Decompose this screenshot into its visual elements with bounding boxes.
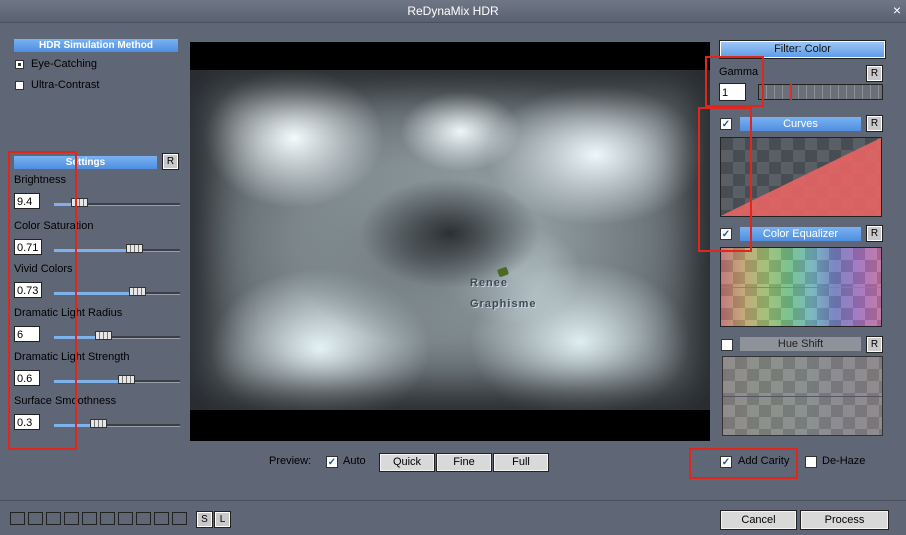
hue-shift-header[interactable]: Hue Shift (740, 337, 861, 351)
process-button[interactable]: Process (800, 510, 889, 530)
preset-slot[interactable] (100, 512, 115, 525)
preset-slot[interactable] (46, 512, 61, 525)
hue-shift-checkbox[interactable] (721, 339, 733, 351)
settings-reset-button[interactable]: R (162, 153, 179, 170)
preset-slot[interactable] (82, 512, 97, 525)
footer-divider (0, 500, 906, 501)
de-haze-label[interactable]: De-Haze (822, 455, 865, 467)
window-title: ReDynaMix HDR (407, 4, 499, 18)
gamma-slider-marker[interactable] (790, 84, 792, 100)
radio-ultra-contrast[interactable] (15, 81, 24, 90)
color-equalizer-reset-button[interactable]: R (866, 225, 883, 242)
preset-slot[interactable] (64, 512, 79, 525)
radio-eye-catching[interactable] (15, 60, 24, 69)
curves-header[interactable]: Curves (740, 117, 861, 131)
slider-thumb[interactable] (118, 375, 135, 384)
preset-slot[interactable] (136, 512, 151, 525)
highlight-gamma (705, 56, 764, 107)
slider-thumb[interactable] (129, 287, 146, 296)
save-preset-button[interactable]: S (196, 511, 213, 528)
slider-thumb[interactable] (90, 419, 107, 428)
highlight-curves-equalizer (698, 107, 752, 252)
option-ultra-contrast-label[interactable]: Ultra-Contrast (31, 79, 99, 91)
gamma-slider-strip[interactable] (758, 84, 883, 100)
curves-reset-button[interactable]: R (866, 115, 883, 132)
de-haze-checkbox[interactable] (805, 456, 817, 468)
slider-thumb[interactable] (95, 331, 112, 340)
color-equalizer-line (721, 287, 881, 288)
highlight-settings (8, 151, 77, 450)
preset-slot[interactable] (172, 512, 187, 525)
preset-slot[interactable] (28, 512, 43, 525)
gamma-reset-button[interactable]: R (866, 65, 883, 82)
close-icon[interactable]: × (890, 3, 904, 17)
slider-thumb[interactable] (126, 244, 143, 253)
preset-slot[interactable] (154, 512, 169, 525)
hdr-method-header: HDR Simulation Method (14, 39, 178, 52)
preset-slot[interactable] (10, 512, 25, 525)
hue-shift-reset-button[interactable]: R (866, 336, 883, 353)
preview-auto-label[interactable]: Auto (343, 455, 366, 467)
option-eye-catching-label[interactable]: Eye-Catching (31, 58, 97, 70)
highlight-add-clarity (689, 448, 798, 479)
quick-button[interactable]: Quick (379, 453, 435, 472)
full-button[interactable]: Full (493, 453, 549, 472)
preview-auto-checkbox[interactable]: ✓ (326, 456, 338, 468)
preview-vignette (190, 70, 710, 410)
watermark-line1: Renee (470, 277, 509, 289)
preview-label: Preview: (269, 455, 312, 467)
preset-slot[interactable] (118, 512, 133, 525)
hue-shift-line (723, 396, 882, 397)
load-preset-button[interactable]: L (214, 511, 231, 528)
fine-button[interactable]: Fine (436, 453, 492, 472)
color-equalizer-header[interactable]: Color Equalizer (740, 227, 861, 241)
cancel-button[interactable]: Cancel (720, 510, 797, 530)
watermark-line2: Graphisme (470, 298, 537, 310)
